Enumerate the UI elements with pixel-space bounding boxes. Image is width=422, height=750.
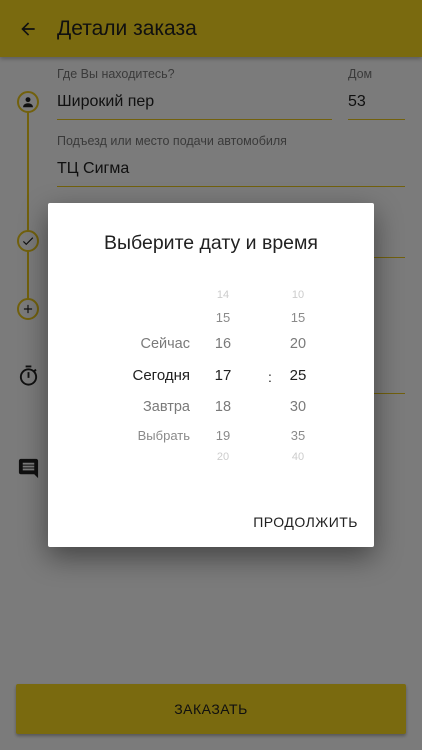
time-separator: : <box>268 369 272 385</box>
hour-option[interactable]: 16 <box>208 336 238 352</box>
dialog-title: Выберите дату и время <box>104 232 318 254</box>
day-option[interactable]: Сейчас <box>140 336 190 352</box>
day-option-selected[interactable]: Сегодня <box>133 367 191 384</box>
datetime-dialog: Выберите дату и время Сейчас Сегодня Зав… <box>48 203 374 547</box>
day-option[interactable]: Завтра <box>143 399 190 415</box>
hour-option-selected[interactable]: 17 <box>208 367 238 384</box>
minute-option[interactable]: 20 <box>283 336 313 352</box>
minute-option[interactable]: 15 <box>283 310 313 325</box>
minute-option[interactable]: 10 <box>283 289 313 301</box>
hour-option[interactable]: 20 <box>208 451 238 463</box>
datetime-picker: Сейчас Сегодня Завтра Выбрать 14 15 16 1… <box>48 283 374 468</box>
hour-option[interactable]: 18 <box>208 399 238 415</box>
minute-option[interactable]: 35 <box>283 428 313 443</box>
minute-option[interactable]: 30 <box>283 399 313 415</box>
minute-option-selected[interactable]: 25 <box>283 367 313 384</box>
minute-option[interactable]: 40 <box>283 451 313 463</box>
hour-option[interactable]: 19 <box>208 428 238 443</box>
continue-button[interactable]: ПРОДОЛЖИТЬ <box>253 514 358 530</box>
hour-option[interactable]: 14 <box>208 289 238 301</box>
hour-option[interactable]: 15 <box>208 310 238 325</box>
day-option[interactable]: Выбрать <box>138 428 190 443</box>
